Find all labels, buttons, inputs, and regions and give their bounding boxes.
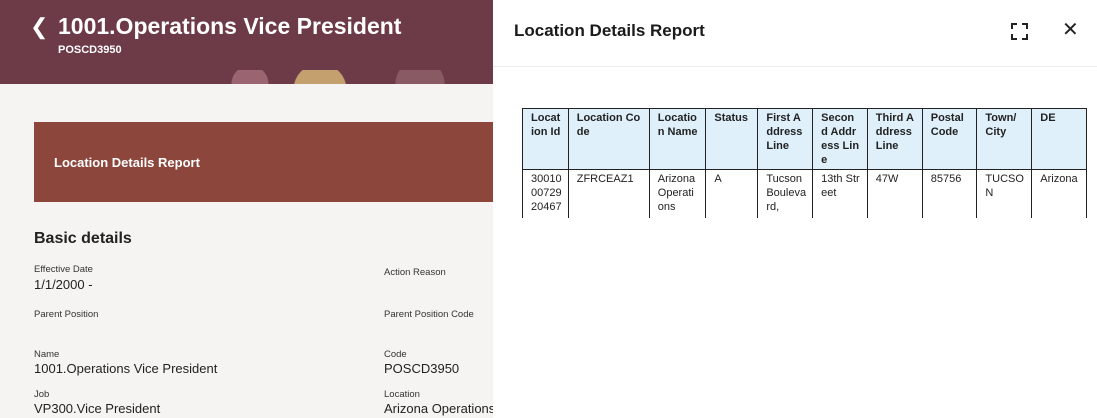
report-card-label: Location Details Report (54, 155, 200, 170)
name-label: Name (34, 349, 60, 360)
column-header: Location Id (522, 108, 569, 170)
column-header: Third Address Line (866, 108, 923, 170)
location-report-card[interactable]: Location Details Report (34, 122, 493, 202)
parent-position-label: Parent Position (34, 309, 99, 320)
column-header: Second Address Line (812, 108, 868, 170)
effective-date-label: Effective Date (34, 264, 93, 275)
table-cell: TUCSON (976, 169, 1033, 218)
close-icon[interactable]: ✕ (1062, 20, 1079, 40)
expand-icon[interactable] (1011, 23, 1028, 40)
table-cell: A (705, 169, 759, 218)
code-value: POSCD3950 (384, 361, 460, 376)
parent-position-code-label: Parent Position Code (384, 309, 474, 320)
location-label: Location (384, 389, 420, 400)
panel-title: Location Details Report (514, 21, 705, 40)
job-value: VP300.Vice President (34, 401, 161, 416)
table-cell: 47W (866, 169, 923, 218)
column-header: Town/ City (976, 108, 1033, 170)
column-header: DE (1031, 108, 1087, 170)
back-icon[interactable]: ❮ (30, 16, 48, 38)
table-cell: Arizona Operations (648, 169, 707, 218)
column-header: Location Name (648, 108, 707, 170)
page-header: ❮ 1001.Operations Vice President POSCD39… (0, 0, 493, 84)
table-header-row: Location Id Location Code Location Name … (522, 108, 1087, 170)
report-panel: Location Details Report ✕ Location Id Lo… (493, 0, 1097, 418)
section-title: Basic details (34, 230, 132, 247)
column-header: Location Code (567, 108, 650, 170)
table-row: 300100072920467 ZFRCEAZ1 Arizona Operati… (522, 169, 1087, 218)
table-cell: 85756 (921, 169, 978, 218)
location-value: Arizona Operations (384, 401, 493, 416)
name-value: 1001.Operations Vice President (34, 361, 218, 376)
code-label: Code (384, 349, 407, 360)
column-header: Postal Code (921, 108, 978, 170)
table-cell: Tucson Boulevard, (757, 169, 814, 218)
report-table-viewport[interactable]: Location Id Location Code Location Name … (522, 108, 1087, 218)
page-title: 1001.Operations Vice President (58, 13, 402, 39)
effective-date-value: 1/1/2000 - (34, 277, 93, 292)
column-header: First Address Line (757, 108, 814, 170)
job-label: Job (34, 389, 50, 400)
table-cell: 13th Street (812, 169, 868, 218)
column-header: Status (705, 108, 759, 170)
page-subtitle: POSCD3950 (58, 44, 122, 56)
action-reason-label: Action Reason (384, 267, 446, 278)
position-detail-page: ❮ 1001.Operations Vice President POSCD39… (0, 0, 493, 418)
table-cell: Arizona (1031, 169, 1087, 218)
location-report-table: Location Id Location Code Location Name … (522, 108, 1087, 218)
panel-divider (493, 66, 1097, 67)
table-cell: 300100072920467 (522, 169, 569, 218)
table-cell: ZFRCEAZ1 (567, 169, 650, 218)
